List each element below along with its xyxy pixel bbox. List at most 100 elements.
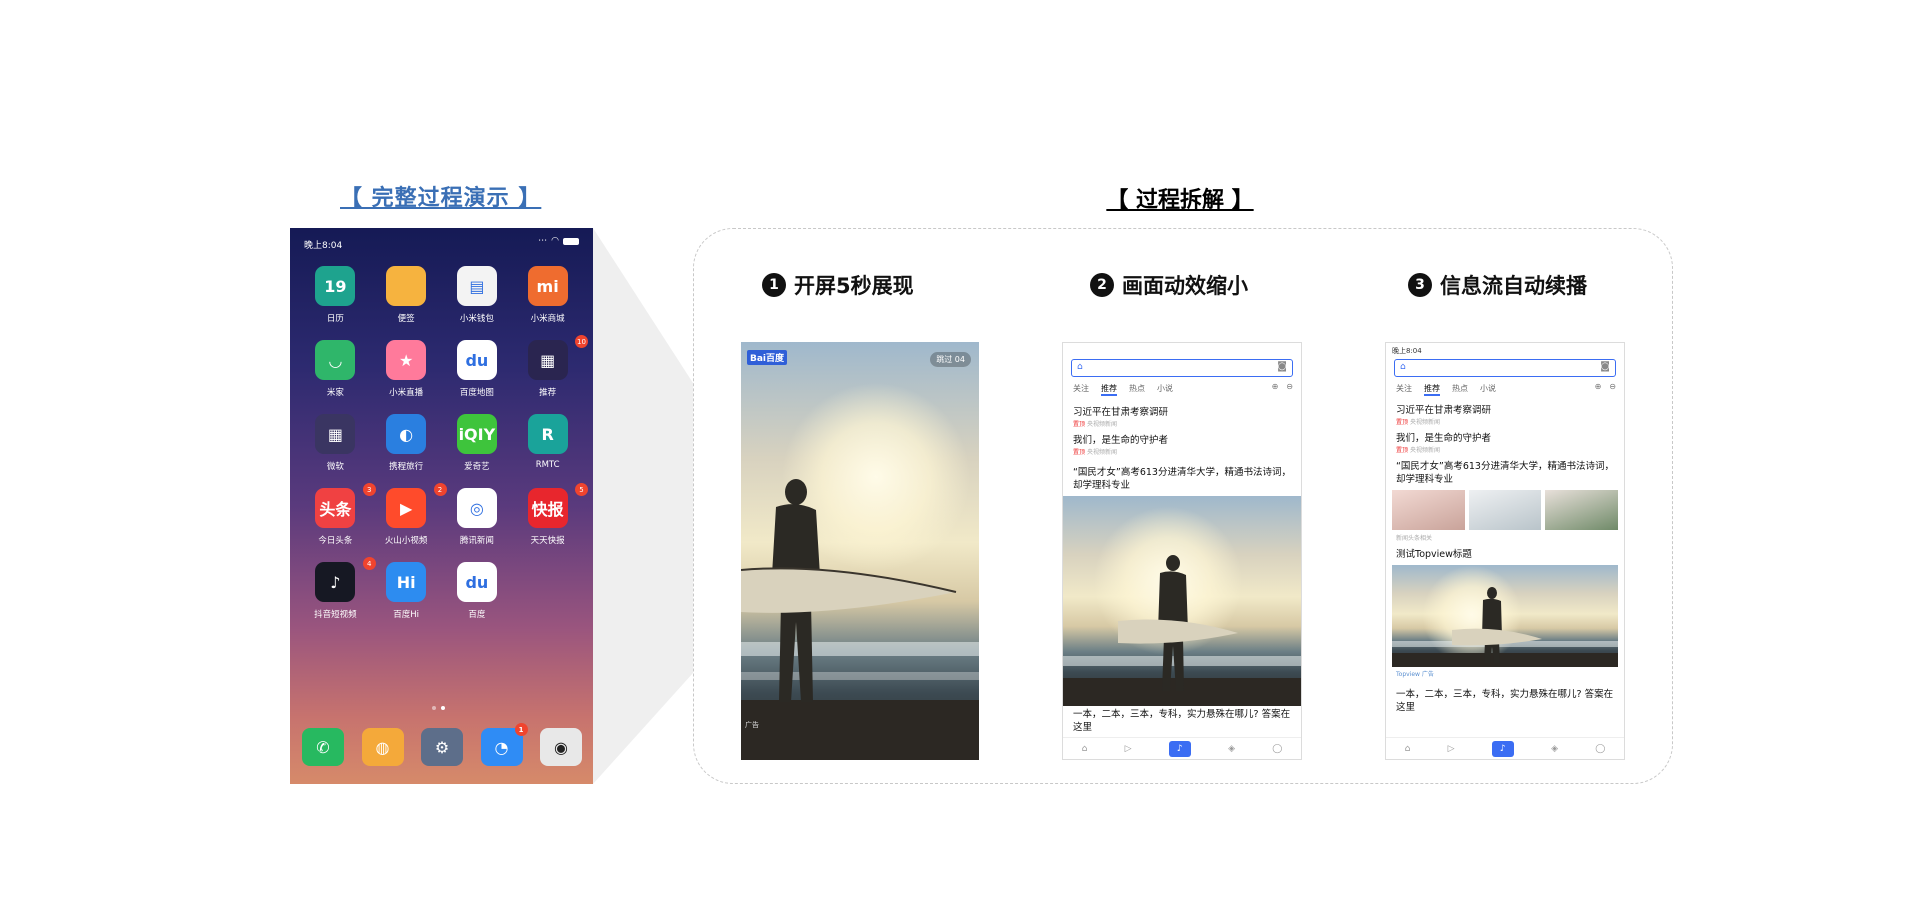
breakdown-heading: 【 过程拆解 】: [1106, 188, 1254, 213]
app-glyph-icon: du: [456, 562, 497, 602]
tab-profile-icon[interactable]: ◯: [1272, 744, 1282, 754]
tab-recommend[interactable]: 推荐: [1101, 383, 1117, 396]
app-icon-7[interactable]: du 百度地图: [442, 340, 513, 398]
news-meta: 置顶 央视频新闻: [1396, 419, 1440, 426]
camera-icon[interactable]: ◙: [1600, 361, 1610, 372]
tab-home-icon[interactable]: ⌂: [1405, 744, 1411, 754]
news-title[interactable]: 一本，二本，三本，专科，实力悬殊在哪儿? 答案在这里: [1386, 688, 1624, 714]
tab-follow[interactable]: 关注: [1396, 383, 1412, 396]
app-glyph-icon: ★: [386, 340, 427, 380]
menu-icon[interactable]: ⊖: [1609, 382, 1616, 391]
app-glyph-icon: 快报: [527, 488, 568, 528]
news-title[interactable]: 习近平在甘肃考察调研: [1063, 406, 1301, 419]
step-number: 3: [1408, 273, 1432, 297]
menu-icon[interactable]: ⊖: [1286, 382, 1293, 391]
tab-novel[interactable]: 小说: [1480, 383, 1496, 396]
tab-video-icon[interactable]: ▷: [1448, 744, 1455, 754]
tab-home-icon[interactable]: ⌂: [1082, 744, 1088, 754]
news-thumbnails[interactable]: [1386, 490, 1624, 530]
tab-hot[interactable]: 热点: [1452, 383, 1468, 396]
camera-icon[interactable]: ◙: [1277, 361, 1287, 372]
app-icon-16[interactable]: 快报 5 天天快报: [512, 483, 588, 546]
app-icon-2[interactable]: 便签: [371, 266, 442, 324]
dock-glyph-icon: ⚙: [434, 737, 450, 757]
app-icon-13[interactable]: 头条 3 今日头条: [300, 483, 376, 546]
news-title[interactable]: 习近平在甘肃考察调研: [1386, 404, 1624, 417]
tab-game-icon[interactable]: ◈: [1551, 744, 1558, 754]
feed-tabs: 关注 推荐 热点 小说 ⊕ ⊖: [1063, 381, 1301, 398]
app-icon-9[interactable]: ▦ 微软: [300, 414, 371, 472]
app-label: 小米商城: [530, 314, 565, 324]
app-icon-12[interactable]: R RMTC: [512, 414, 583, 472]
home-icon: ⌂: [1400, 362, 1406, 372]
page-dots: [432, 706, 445, 710]
app-icon-18[interactable]: Hi 百度Hi: [371, 562, 442, 620]
topview-meta: Topview 广告: [1396, 671, 1434, 678]
app-label: 腾讯新闻: [459, 536, 494, 546]
app-icon-14[interactable]: ▶ 2 火山小视频: [371, 483, 447, 546]
step-text: 画面动效缩小: [1122, 274, 1248, 298]
skip-button[interactable]: 跳过 04: [930, 352, 971, 367]
tab-profile-icon[interactable]: ◯: [1595, 744, 1605, 754]
news-meta: 置顶 央视频新闻: [1073, 449, 1117, 456]
news-title[interactable]: 一本，二本，三本，专科，实力悬殊在哪儿? 答案在这里: [1063, 708, 1301, 734]
tab-novel[interactable]: 小说: [1157, 383, 1173, 396]
signal-icon: ⋯: [538, 236, 548, 246]
app-glyph-icon: ▦: [315, 414, 356, 454]
app-icon-11[interactable]: iQIY 爱奇艺: [442, 414, 513, 472]
news-title[interactable]: 我们，是生命的守护者: [1386, 432, 1624, 445]
topview-title[interactable]: 测试Topview标题: [1386, 548, 1624, 561]
app-icon-1[interactable]: 19 日历: [300, 266, 371, 324]
tab-game-icon[interactable]: ◈: [1228, 744, 1235, 754]
splash-ad-screen[interactable]: Bai百度 跳过 04 广告: [741, 342, 979, 760]
app-label: 百度Hi: [393, 610, 419, 620]
app-icon-17[interactable]: ♪ 4 抖音短视频: [300, 557, 376, 620]
ad-tag: 广告: [745, 721, 759, 729]
shrinking-video[interactable]: [1063, 496, 1301, 706]
app-glyph-icon: R: [527, 414, 568, 454]
app-icon-19[interactable]: du 百度: [442, 562, 513, 620]
app-icon-5[interactable]: ◡ 米家: [300, 340, 371, 398]
news-title[interactable]: “国民才女”高考613分进清华大学，精通书法诗词，却学理科专业: [1063, 466, 1301, 492]
app-label: 小米钱包: [459, 314, 494, 324]
app-icon-3[interactable]: ▤ 小米钱包: [442, 266, 513, 324]
tab-recommend[interactable]: 推荐: [1424, 383, 1440, 396]
app-icon-15[interactable]: ◎ 腾讯新闻: [442, 488, 513, 546]
app-icon-6[interactable]: ★ 小米直播: [371, 340, 442, 398]
news-meta: 置顶 央视频新闻: [1396, 447, 1440, 454]
status-time: 晚上8:04: [1392, 347, 1422, 355]
search-input[interactable]: ⌂ ◙: [1071, 359, 1293, 377]
topview-video[interactable]: [1392, 565, 1618, 667]
app-glyph-icon: ▤: [456, 266, 497, 306]
bottom-tabbar: ⌂ ▷ ♪ ◈ ◯: [1063, 737, 1301, 759]
app-icon-4[interactable]: mi 小米商城: [512, 266, 583, 324]
step-text: 信息流自动续播: [1440, 274, 1587, 298]
dock-app-icon[interactable]: ◉: [540, 728, 582, 766]
news-title[interactable]: “国民才女”高考613分进清华大学，精通书法诗词，却学理科专业: [1386, 460, 1624, 486]
app-label: 天天快报: [530, 536, 565, 546]
tab-follow[interactable]: 关注: [1073, 383, 1089, 396]
dock-app-icon[interactable]: ◍: [361, 728, 404, 766]
tab-hot[interactable]: 热点: [1129, 383, 1145, 396]
news-title[interactable]: 我们，是生命的守护者: [1063, 434, 1301, 447]
add-icon[interactable]: ⊕: [1595, 382, 1602, 391]
voice-search-icon[interactable]: ♪: [1168, 740, 1191, 757]
search-input[interactable]: ⌂ ◙: [1394, 359, 1616, 377]
app-label: 百度地图: [459, 388, 494, 398]
step-2-label: 2 画面动效缩小: [1090, 270, 1248, 300]
dock-app-icon[interactable]: ✆: [302, 728, 344, 766]
app-glyph-icon: [386, 266, 427, 306]
thumbnail-image: [1392, 490, 1465, 530]
dock-app-icon[interactable]: ⚙: [421, 728, 463, 766]
voice-search-icon[interactable]: ♪: [1491, 740, 1514, 757]
dock-app-icon[interactable]: ◔ 1: [480, 723, 528, 766]
app-icon-8[interactable]: ▦ 10 推荐: [512, 335, 588, 398]
dock-glyph-icon: ◔: [494, 737, 509, 757]
feed-screen: 晚上8:04 ⌂ ◙ 关注 推荐 热点 小说 ⊕ ⊖ 习近平在甘肃考察调研 置顶 …: [1385, 342, 1625, 760]
tab-video-icon[interactable]: ▷: [1125, 744, 1132, 754]
dock-glyph-icon: ✆: [316, 737, 330, 757]
demo-heading: 【 完整过程演示 】: [340, 186, 542, 211]
app-icon-10[interactable]: ◐ 携程旅行: [371, 414, 442, 472]
app-label: 火山小视频: [384, 536, 428, 546]
add-icon[interactable]: ⊕: [1272, 382, 1279, 391]
